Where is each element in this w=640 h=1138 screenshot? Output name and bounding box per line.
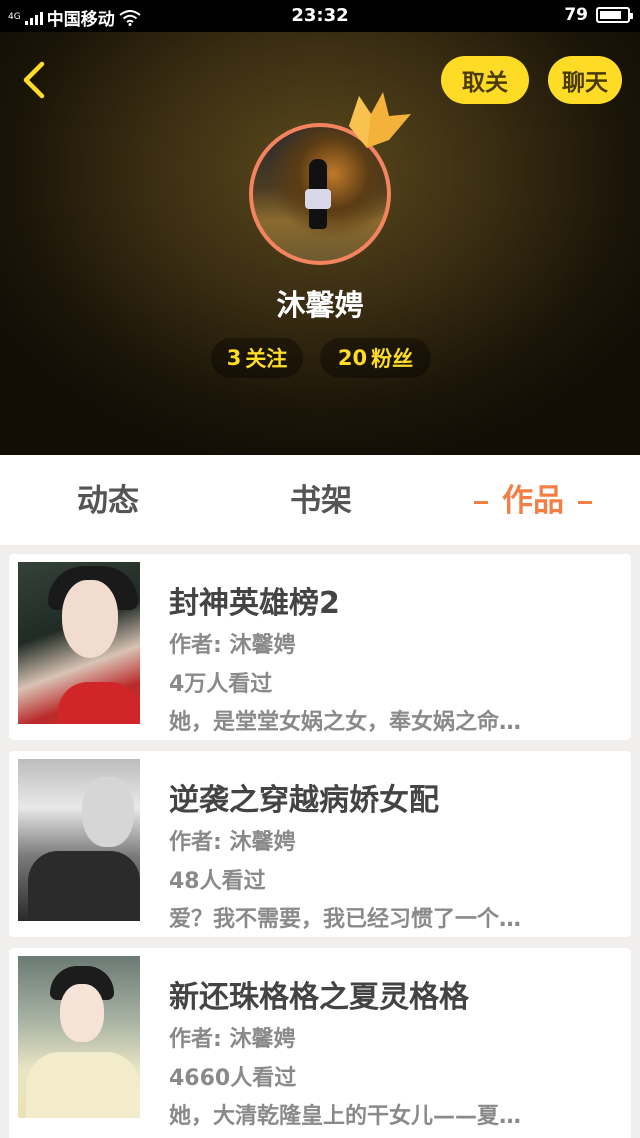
- status-time: 23:32: [291, 5, 349, 26]
- tab-activity[interactable]: 动态: [56, 479, 160, 523]
- work-title: 新还珠格格之夏灵格格: [169, 980, 469, 1015]
- chevron-left-icon: [23, 61, 45, 99]
- battery-icon: [596, 7, 633, 23]
- work-views: 4660人看过: [169, 1066, 297, 1091]
- book-cover-image: [18, 759, 140, 921]
- fans-count: 20: [337, 346, 368, 370]
- work-card[interactable]: 封神英雄榜2 作者: 沐馨娉 4万人看过 她，是堂堂女娲之女，奉女娲之命…: [9, 554, 631, 740]
- tab-indicator-right: [578, 501, 592, 504]
- book-cover-image: [18, 956, 140, 1118]
- work-views: 48人看过: [169, 869, 266, 894]
- work-author: 作者: 沐馨娉: [169, 633, 296, 658]
- work-card[interactable]: 逆袭之穿越病娇女配 作者: 沐馨娉 48人看过 爱？我不需要，我已经习惯了一个…: [9, 751, 631, 937]
- work-author: 作者: 沐馨娉: [169, 830, 296, 855]
- book-cover-image: [18, 562, 140, 724]
- profile-header: 4G 中国移动 23:32 79 取关 聊天 沐馨娉 3 关注 20 粉丝: [0, 0, 640, 455]
- unfollow-button[interactable]: 取关: [441, 56, 529, 104]
- status-right: 79: [564, 5, 633, 25]
- work-description: 她，是堂堂女娲之女，奉女娲之命…: [169, 710, 522, 735]
- tab-indicator-left: [474, 501, 488, 504]
- fans-label: 粉丝: [371, 347, 414, 371]
- work-author: 作者: 沐馨娉: [169, 1027, 296, 1052]
- work-card[interactable]: 新还珠格格之夏灵格格 作者: 沐馨娉 4660人看过 她，大清乾隆皇上的干女儿—…: [9, 948, 631, 1138]
- battery-percent: 79: [564, 5, 588, 25]
- following-count: 3: [226, 346, 242, 370]
- status-bar: 4G 中国移动 23:32 79: [0, 0, 640, 32]
- work-title: 逆袭之穿越病娇女配: [169, 783, 439, 818]
- tab-bookshelf[interactable]: 书架: [269, 479, 373, 523]
- following-stat[interactable]: 3 关注: [211, 338, 303, 378]
- fans-stat[interactable]: 20 粉丝: [320, 338, 431, 378]
- following-label: 关注: [245, 347, 288, 371]
- work-description: 爱？我不需要，我已经习惯了一个…: [169, 907, 522, 932]
- tab-works-label: 作品: [502, 483, 564, 519]
- work-views: 4万人看过: [169, 672, 273, 697]
- crown-icon: [349, 92, 411, 148]
- profile-tabs: 动态 书架 作品: [0, 455, 640, 545]
- chat-button[interactable]: 聊天: [548, 56, 622, 104]
- tab-works[interactable]: 作品: [458, 479, 608, 523]
- back-button[interactable]: [14, 56, 54, 104]
- work-title: 封神英雄榜2: [169, 586, 340, 621]
- profile-name: 沐馨娉: [276, 288, 364, 322]
- work-description: 她，大清乾隆皇上的干女儿——夏…: [169, 1104, 522, 1129]
